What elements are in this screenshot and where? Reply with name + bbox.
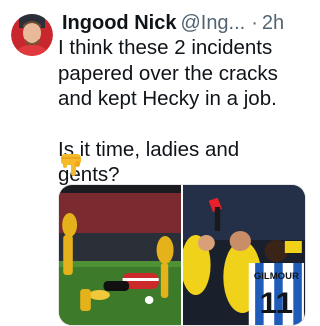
tweet-line: I think these 2 incidents (58, 36, 273, 59)
red-card-photo-icon: GILMOUR 11 (183, 185, 305, 325)
football-tackle-photo-icon (59, 185, 181, 325)
tweet-timestamp[interactable]: 2h (262, 12, 284, 34)
separator-dot: · (251, 12, 258, 34)
tweet-header: Ingood Nick @Ing... · 2h (62, 11, 300, 35)
tweet-line: papered over the cracks (58, 61, 278, 85)
author-handle[interactable]: @Ing... (180, 12, 245, 34)
shirt-number: 11 (260, 286, 294, 320)
pointing-down-emoji-icon (58, 152, 84, 178)
author-avatar[interactable] (11, 14, 53, 56)
photo-tackle[interactable] (59, 185, 181, 325)
author-name[interactable]: Ingood Nick (62, 12, 176, 34)
photo-red-card[interactable]: GILMOUR 11 (183, 185, 305, 325)
tweet-media: GILMOUR 11 (58, 184, 306, 326)
tweet-question: Is it time, ladies and gents? (58, 137, 240, 187)
tweet-line: and kept Hecky in a job. (58, 87, 277, 110)
shirt-name: GILMOUR (254, 271, 299, 281)
tweet-text: I think these 2 incidents papered over t… (58, 35, 298, 188)
